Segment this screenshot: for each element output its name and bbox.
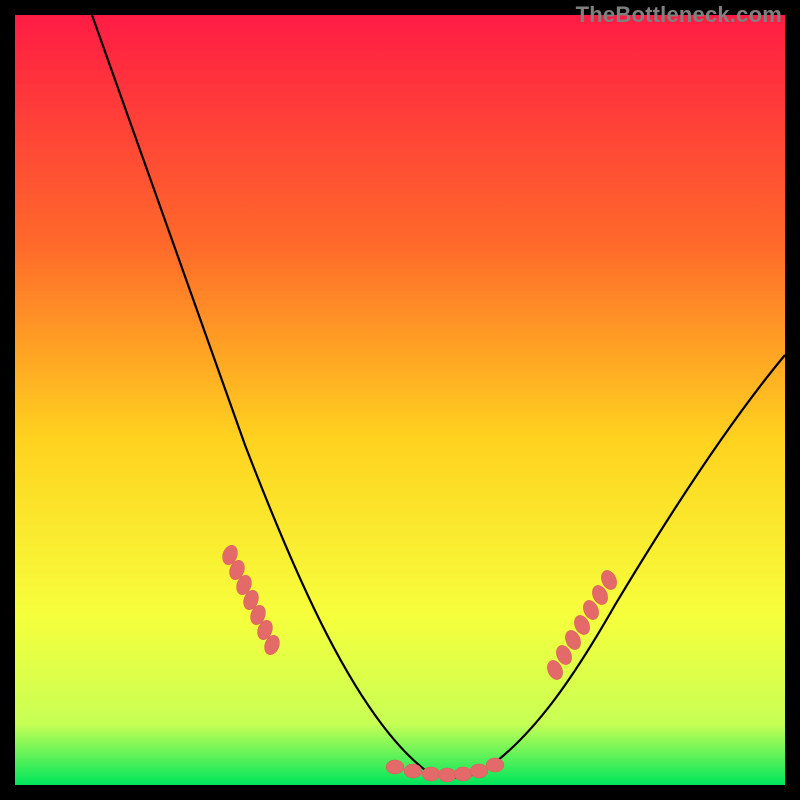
watermark-text: TheBottleneck.com — [576, 2, 782, 28]
chart-frame — [15, 15, 785, 785]
bottleneck-chart — [15, 15, 785, 785]
gradient-background — [15, 15, 785, 785]
